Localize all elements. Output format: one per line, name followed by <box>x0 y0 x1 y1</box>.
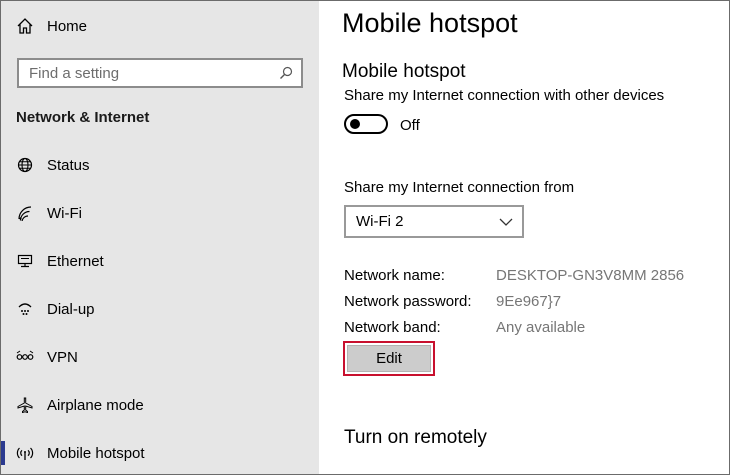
share-from-dropdown[interactable]: Wi-Fi 2 <box>344 205 524 238</box>
home-nav-item[interactable]: Home <box>16 15 87 37</box>
network-band-label: Network band: <box>344 319 441 336</box>
network-name-value: DESKTOP-GN3V8MM 2856 <box>496 267 685 284</box>
section-heading: Network & Internet <box>16 109 150 126</box>
wifi-icon <box>18 206 32 221</box>
network-password-row: Network password: 9Ee967}7 <box>344 293 724 313</box>
network-band-row: Network band: Any available <box>344 319 724 339</box>
edit-highlight-box: Edit <box>343 341 435 376</box>
section-title: Mobile hotspot <box>342 61 466 82</box>
vpn-icon <box>16 350 34 360</box>
sidebar-item-label: Airplane mode <box>47 396 144 414</box>
main-content: Mobile hotspot Mobile hotspot Share my I… <box>319 1 729 474</box>
sidebar-item-label: Dial-up <box>47 300 95 318</box>
toggle-state-label: Off <box>400 117 420 134</box>
sidebar-item-label: VPN <box>47 348 78 366</box>
search-input[interactable]: Find a setting <box>17 58 303 88</box>
globe-icon <box>17 157 33 173</box>
network-name-label: Network name: <box>344 267 445 284</box>
dropdown-value: Wi-Fi 2 <box>356 213 404 230</box>
turn-on-remotely-title: Turn on remotely <box>344 427 487 448</box>
sidebar-item-label: Wi-Fi <box>47 204 82 222</box>
toggle-knob <box>350 119 360 129</box>
dialup-icon <box>18 303 32 315</box>
chevron-down-icon <box>499 218 513 226</box>
airplane-icon <box>17 397 33 413</box>
ethernet-icon <box>17 254 33 268</box>
network-password-value: 9Ee967}7 <box>496 293 562 310</box>
sidebar-item-wifi[interactable]: Wi-Fi <box>1 195 319 231</box>
hotspot-toggle[interactable] <box>344 114 388 134</box>
sidebar: Home Find a setting Network & Internet S… <box>1 1 319 474</box>
home-label: Home <box>47 17 88 35</box>
sidebar-item-ethernet[interactable]: Ethernet <box>1 243 319 279</box>
sidebar-item-status[interactable]: Status <box>1 147 319 183</box>
sidebar-item-mobile-hotspot[interactable]: Mobile hotspot <box>1 435 319 471</box>
sidebar-item-dialup[interactable]: Dial-up <box>1 291 319 327</box>
sidebar-item-label: Ethernet <box>47 252 104 270</box>
network-password-label: Network password: <box>344 293 472 310</box>
sidebar-item-label: Status <box>47 156 90 174</box>
sidebar-item-label: Mobile hotspot <box>47 444 145 462</box>
search-placeholder: Find a setting <box>29 64 120 82</box>
edit-button[interactable]: Edit <box>347 345 431 372</box>
network-name-row: Network name: DESKTOP-GN3V8MM 2856 <box>344 267 724 287</box>
sidebar-item-airplane[interactable]: Airplane mode <box>1 387 319 423</box>
share-from-label: Share my Internet connection from <box>344 179 575 196</box>
home-icon <box>17 18 33 34</box>
search-icon[interactable] <box>279 66 293 80</box>
hotspot-icon <box>16 447 34 460</box>
sidebar-item-vpn[interactable]: VPN <box>1 339 319 375</box>
page-title: Mobile hotspot <box>342 8 518 38</box>
network-band-value: Any available <box>496 319 586 336</box>
share-description: Share my Internet connection with other … <box>344 87 665 104</box>
